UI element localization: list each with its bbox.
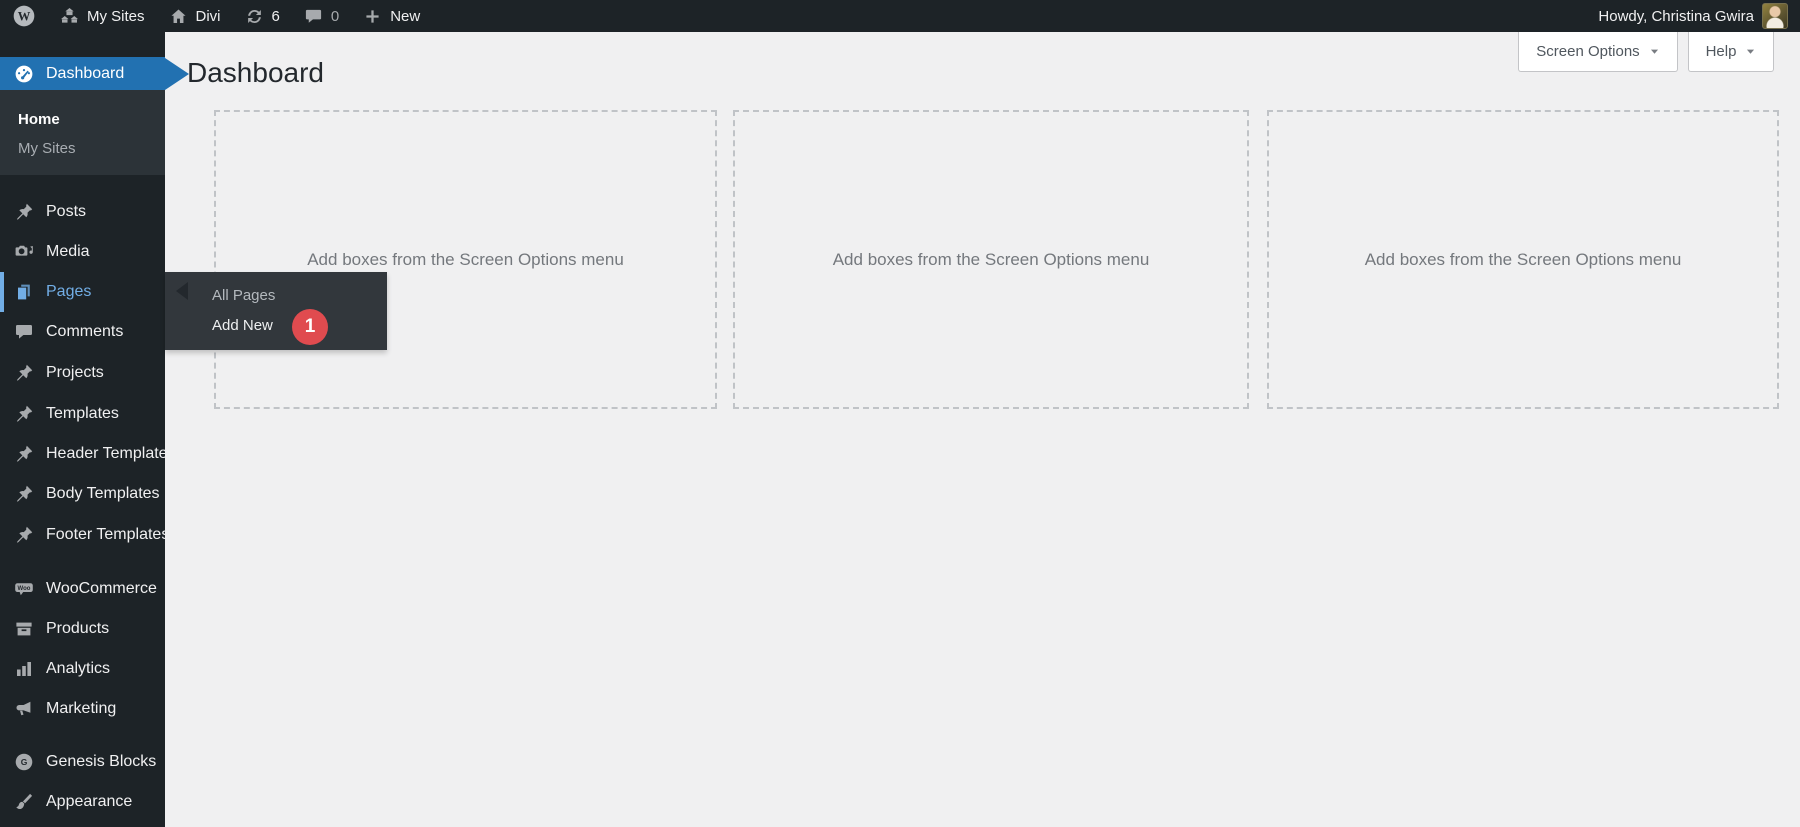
sidebar-item-label: Genesis Blocks <box>46 753 157 770</box>
sidebar-item-label: Projects <box>46 364 104 381</box>
admin-sidebar: Dashboard Home My Sites Posts Media Pages Co… <box>0 32 189 827</box>
admin-bar: W My Sites Divi 6 0 New Howdy, Christina Gwir… <box>0 0 1800 32</box>
page-title: Dashboard <box>187 57 324 88</box>
flyout-item-add-new[interactable]: Add New <box>165 311 387 341</box>
pin-icon <box>14 363 34 383</box>
site-divi-label: Divi <box>195 7 221 25</box>
products-icon <box>14 619 34 639</box>
sidebar-item-comments[interactable]: Comments <box>0 312 165 352</box>
comment-icon <box>304 7 323 26</box>
site-divi-button[interactable]: Divi <box>157 0 233 32</box>
sidebar-item-label: Footer Templates <box>46 526 170 543</box>
woo-icon: Woo <box>14 579 34 599</box>
empty-widget-container: Add boxes from the Screen Options menu <box>214 110 717 409</box>
my-sites-button[interactable]: My Sites <box>48 0 157 32</box>
sidebar-item-templates[interactable]: Templates <box>0 394 165 434</box>
empty-container-text: Add boxes from the Screen Options menu <box>307 249 624 269</box>
sidebar-item-label: Body Templates <box>46 485 160 502</box>
sidebar-item-header-templates[interactable]: Header Templates <box>0 434 176 474</box>
admin-bar-right: Howdy, Christina Gwira <box>1586 0 1800 32</box>
home-icon <box>169 7 188 26</box>
pin-icon <box>14 202 34 222</box>
sidebar-item-label: Appearance <box>46 793 133 810</box>
new-label: New <box>390 7 421 25</box>
sidebar-item-media[interactable]: Media <box>0 232 165 272</box>
comments-button[interactable]: 0 <box>292 0 351 32</box>
comments-label: 0 <box>330 7 340 25</box>
pin-icon <box>14 444 34 464</box>
account-menu[interactable]: Howdy, Christina Gwira <box>1586 0 1800 32</box>
sidebar-item-posts[interactable]: Posts <box>0 192 165 232</box>
marketing-icon <box>14 699 34 719</box>
sidebar-item-products[interactable]: Products <box>0 609 165 649</box>
empty-container-text: Add boxes from the Screen Options menu <box>832 249 1150 269</box>
dashboard-submenu: Home My Sites <box>0 90 165 175</box>
flyout-item-all-pages[interactable]: All Pages <box>165 281 387 311</box>
sidebar-item-label: WooCommerce <box>46 580 157 597</box>
svg-text:Woo: Woo <box>18 586 31 592</box>
screen-options-button[interactable]: Screen Options <box>1518 32 1678 72</box>
sidebar-item-marketing[interactable]: Marketing <box>0 689 165 729</box>
sidebar-item-projects[interactable]: Projects <box>0 353 165 393</box>
svg-text:G: G <box>21 757 28 767</box>
sidebar-item-label: Marketing <box>46 700 117 717</box>
empty-container-text: Add boxes from the Screen Options menu <box>1364 249 1682 269</box>
sidebar-item-footer-templates[interactable]: Footer Templates <box>0 515 169 555</box>
submenu-item-home[interactable]: Home <box>0 105 165 134</box>
sidebar-item-body-templates[interactable]: Body Templates <box>0 474 165 514</box>
help-button[interactable]: Help <box>1688 32 1774 72</box>
pages-flyout-menu: All Pages Add New 1 <box>165 272 387 350</box>
screen-options-label: Screen Options <box>1536 43 1640 60</box>
comment-icon <box>14 322 34 342</box>
update-icon <box>245 7 264 26</box>
sidebar-item-label: Media <box>46 243 90 260</box>
sidebar-item-label: Dashboard <box>46 64 125 82</box>
analytics-icon <box>14 659 34 679</box>
sidebar-item-analytics[interactable]: Analytics <box>0 649 165 689</box>
updates-label: 6 <box>271 7 280 25</box>
howdy-text: Howdy, Christina Gwira <box>1598 7 1754 25</box>
sidebar-item-label: Header Templates <box>46 445 176 462</box>
sidebar-item-appearance[interactable]: Appearance <box>0 782 165 822</box>
media-icon <box>14 242 34 262</box>
step-badge: 1 <box>292 309 328 345</box>
help-label: Help <box>1705 43 1737 60</box>
sidebar-item-label: Analytics <box>46 660 111 677</box>
chevron-down-icon <box>1745 46 1756 57</box>
sidebar-item-label: Comments <box>46 323 124 340</box>
sidebar-item-label: Templates <box>46 405 119 422</box>
my-sites-label: My Sites <box>87 7 145 25</box>
pin-icon <box>14 525 34 545</box>
admin-bar-left: W My Sites Divi 6 0 New <box>0 0 432 32</box>
sidebar-item-pages[interactable]: Pages <box>0 272 165 312</box>
sidebar-item-dashboard[interactable]: Dashboard <box>0 57 189 90</box>
sidebar-item-label: Posts <box>46 203 87 220</box>
avatar <box>1762 3 1788 29</box>
network-sites-icon <box>60 7 79 26</box>
pages-icon <box>14 282 34 302</box>
updates-button[interactable]: 6 <box>233 0 292 32</box>
sidebar-item-label: Pages <box>46 283 92 300</box>
gauge-icon <box>14 64 34 84</box>
wp-logo-button[interactable]: W <box>0 0 48 32</box>
empty-widget-container: Add boxes from the Screen Options menu <box>1267 110 1779 409</box>
wordpress-logo-icon: W <box>12 4 36 28</box>
sidebar-item-genesis-blocks[interactable]: G Genesis Blocks <box>0 742 165 782</box>
empty-widget-container: Add boxes from the Screen Options menu <box>733 110 1249 409</box>
pin-icon <box>14 484 34 504</box>
appearance-icon <box>14 792 34 812</box>
genesis-icon: G <box>14 752 34 772</box>
sidebar-item-label: Products <box>46 620 110 637</box>
plus-icon <box>363 7 382 26</box>
chevron-down-icon <box>1649 46 1660 57</box>
svg-text:W: W <box>18 9 31 23</box>
pin-icon <box>14 404 34 424</box>
submenu-item-my-sites[interactable]: My Sites <box>0 134 165 163</box>
active-item-arrow <box>165 57 189 90</box>
sidebar-item-woocommerce[interactable]: Woo WooCommerce <box>0 569 165 609</box>
wordpress-admin-screen: W My Sites Divi 6 0 New Howdy, Christina Gwir… <box>0 0 1800 827</box>
new-button[interactable]: New <box>351 0 432 32</box>
